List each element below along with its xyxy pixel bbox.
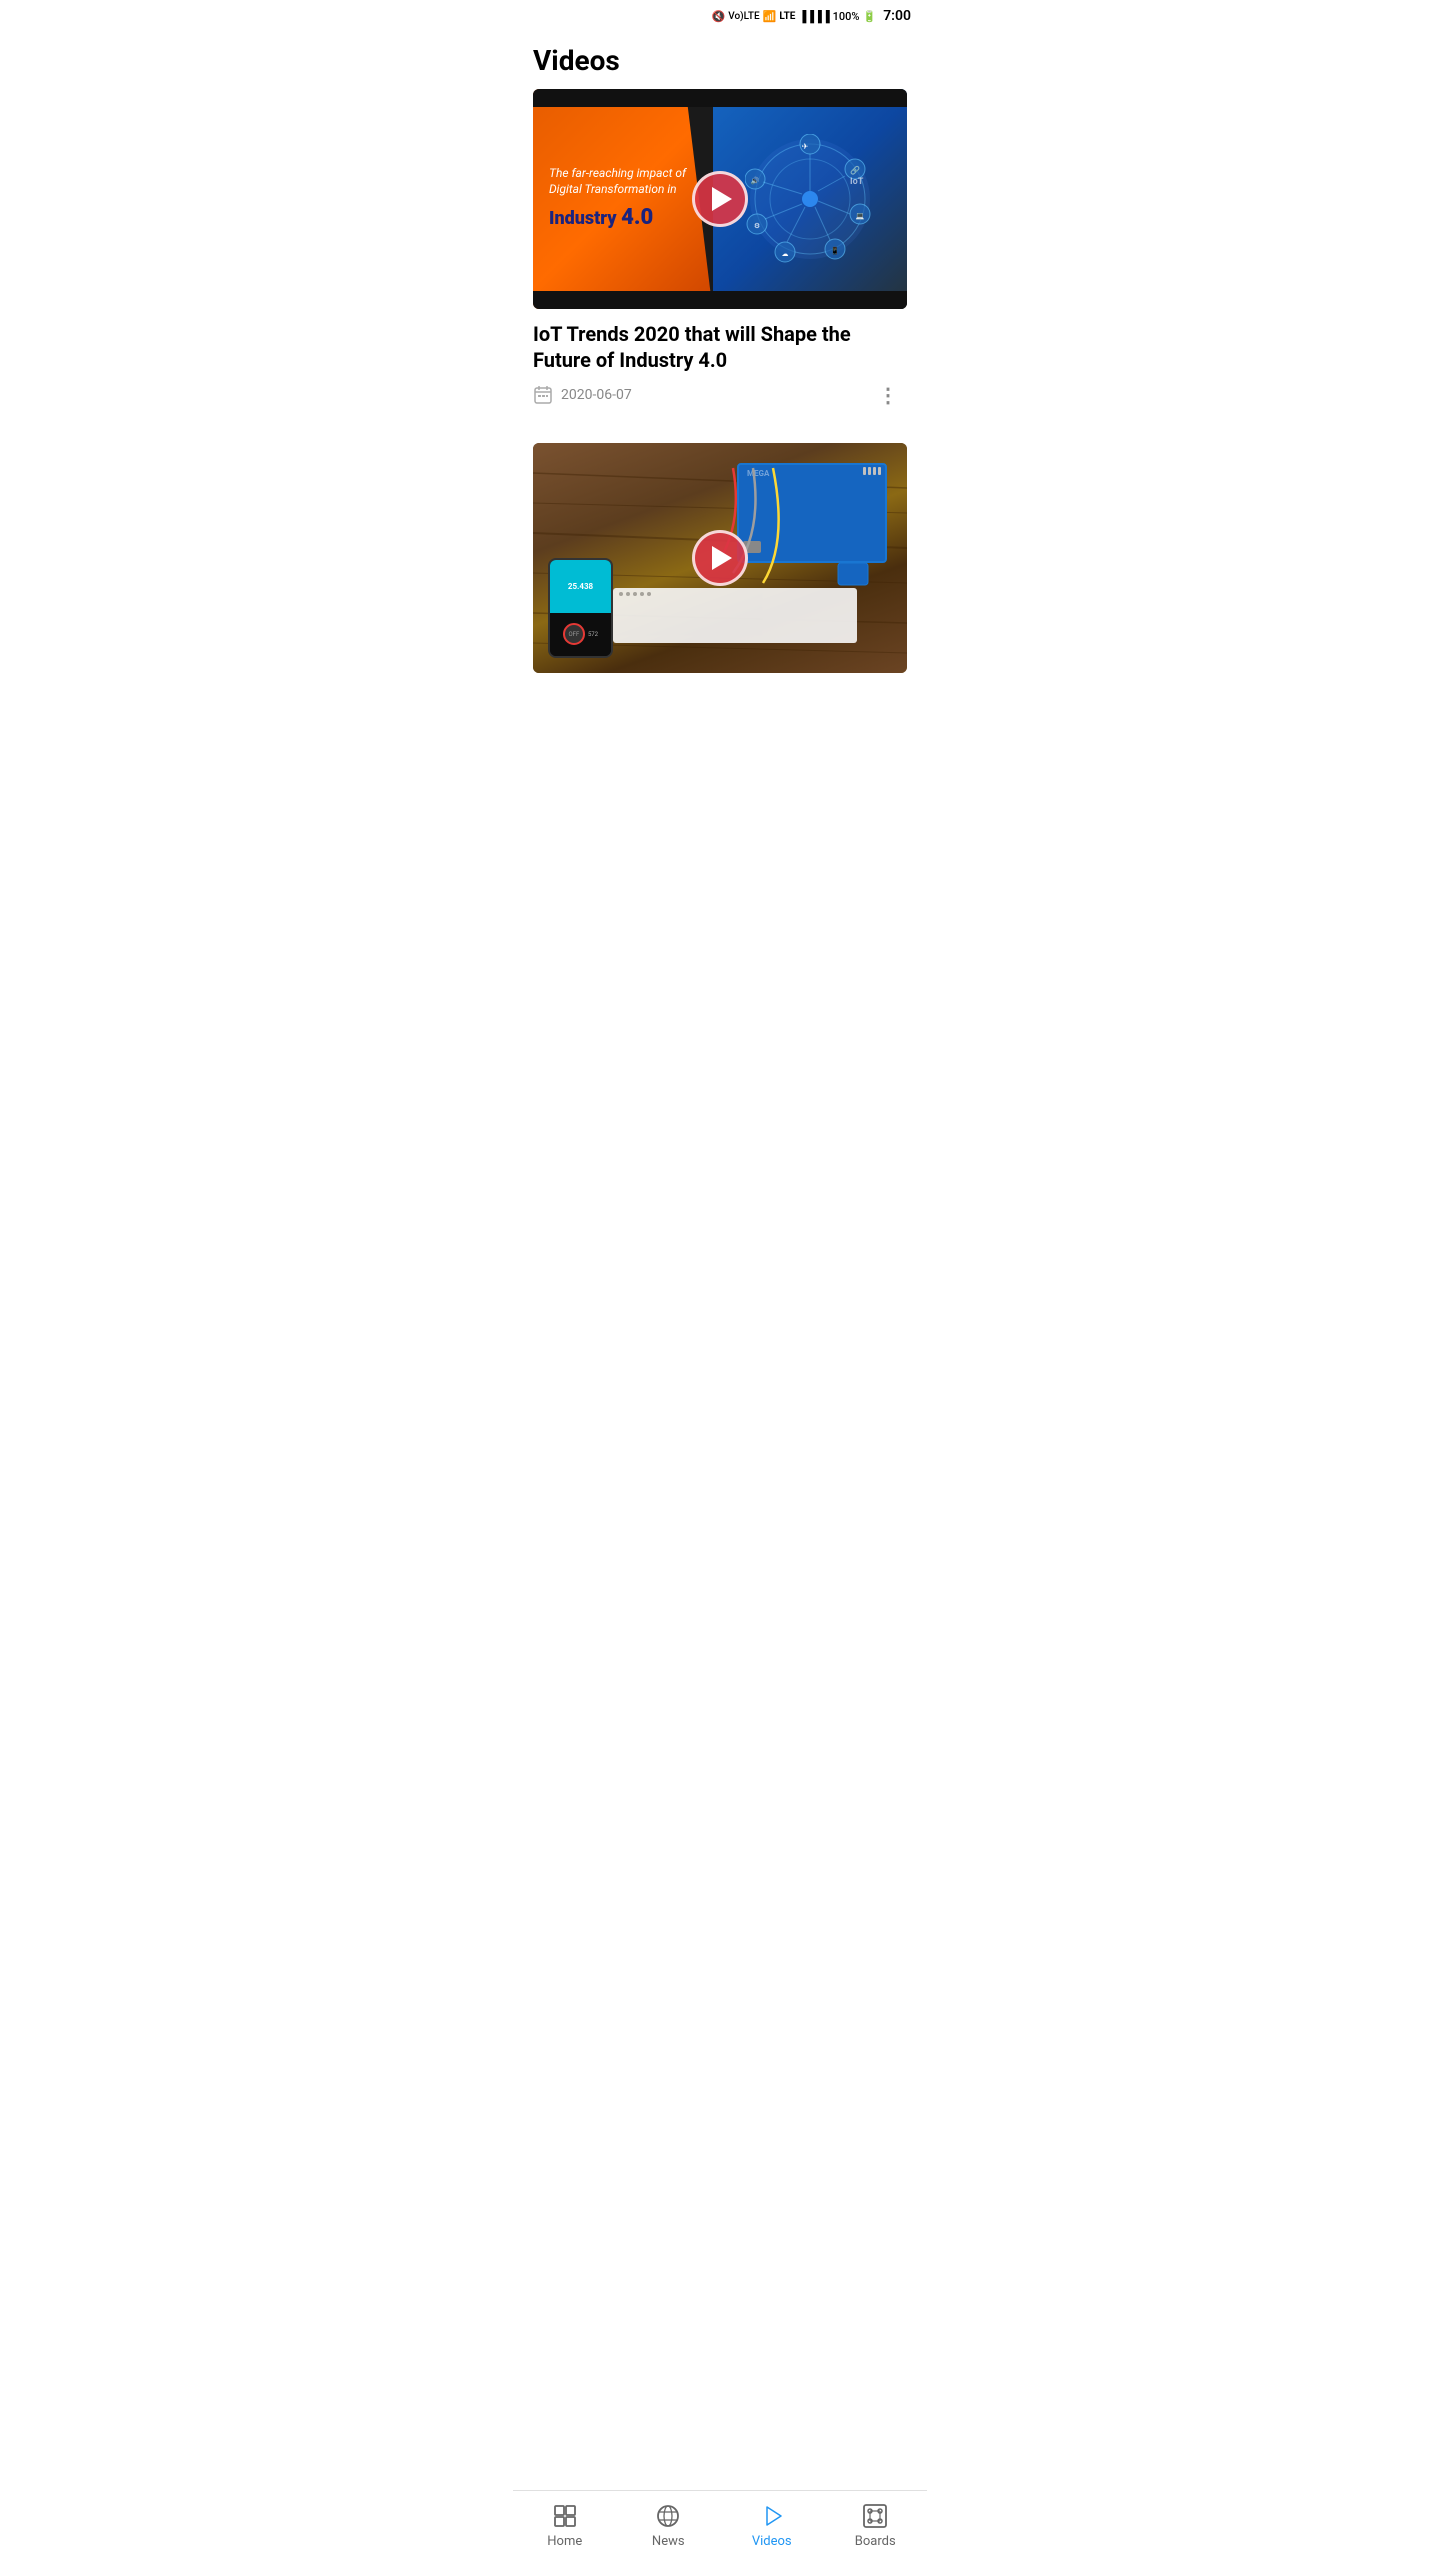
battery-icon: 🔋 xyxy=(862,10,876,23)
calendar-icon-1 xyxy=(533,385,553,405)
video-thumbnail-1[interactable]: The far-reaching impact of Digital Trans… xyxy=(533,89,907,309)
thumbnail-highlight: 4.0 xyxy=(621,205,653,230)
arduino-board: MEGA xyxy=(737,463,887,563)
video-thumbnail-2[interactable]: MEGA xyxy=(533,443,907,673)
svg-text:✈: ✈ xyxy=(801,142,808,151)
wifi-icon: 📶 xyxy=(763,10,777,23)
video-list: The far-reaching impact of Digital Trans… xyxy=(513,89,927,673)
video-info-1: IoT Trends 2020 that will Shape the Futu… xyxy=(533,309,907,415)
play-button-1[interactable] xyxy=(692,171,748,227)
nav-label-home: Home xyxy=(547,2534,582,2549)
thumbnail-left-panel: The far-reaching impact of Digital Trans… xyxy=(533,89,713,309)
status-bar: 🔇 Vo)LTE 📶 LTE ▐▐▐▐ 100% 🔋 7:00 xyxy=(513,0,927,28)
video-meta-1: 2020-06-07 ⋮ xyxy=(533,383,907,407)
lte-icon: LTE xyxy=(779,11,795,22)
bottom-nav: Home News Videos xyxy=(513,2490,927,2560)
svg-text:IoT: IoT xyxy=(850,177,864,187)
thumbnail-subtitle: The far-reaching impact of Digital Trans… xyxy=(549,166,697,197)
nav-item-home[interactable]: Home xyxy=(513,2491,617,2560)
volte-icon: Vo)LTE xyxy=(728,11,759,22)
svg-text:🔗: 🔗 xyxy=(850,165,860,175)
phone-device: 25.438 OFF 572 xyxy=(548,558,613,658)
svg-text:⚙: ⚙ xyxy=(754,222,760,230)
nav-item-news[interactable]: News xyxy=(617,2491,721,2560)
iot-sphere-svg: ✈ 🔗 💻 📱 ☁ ⚙ 🔊 IoT xyxy=(745,134,875,264)
boards-icon xyxy=(861,2502,889,2530)
page-title: Videos xyxy=(513,28,927,89)
clock: 7:00 xyxy=(883,8,911,24)
home-icon xyxy=(551,2502,579,2530)
svg-text:🔊: 🔊 xyxy=(750,176,759,185)
status-icons: 🔇 Vo)LTE 📶 LTE ▐▐▐▐ 100% 🔋 7:00 xyxy=(712,8,911,24)
videos-icon xyxy=(758,2502,786,2530)
nav-label-news: News xyxy=(652,2534,685,2549)
mute-icon: 🔇 xyxy=(712,10,726,23)
thumbnail-main-title: Industry 4.0 xyxy=(549,205,697,231)
nav-label-videos: Videos xyxy=(752,2534,792,2549)
video-date-1: 2020-06-07 xyxy=(533,385,632,405)
video-card-1: The far-reaching impact of Digital Trans… xyxy=(533,89,907,415)
breadboard xyxy=(613,588,857,643)
svg-text:💻: 💻 xyxy=(855,212,864,220)
letterbox-bottom xyxy=(533,291,907,309)
nav-item-boards[interactable]: Boards xyxy=(824,2491,928,2560)
play-button-2[interactable] xyxy=(692,530,748,586)
news-icon xyxy=(654,2502,682,2530)
svg-text:☁: ☁ xyxy=(781,250,788,258)
video-date-text-1: 2020-06-07 xyxy=(561,387,632,403)
more-options-1[interactable]: ⋮ xyxy=(870,383,907,407)
signal-bars: ▐▐▐▐ xyxy=(798,10,829,23)
battery-percent: 100% xyxy=(833,10,860,23)
svg-text:📱: 📱 xyxy=(830,246,839,255)
nav-label-boards: Boards xyxy=(855,2534,896,2549)
video-card-2: MEGA xyxy=(533,443,907,673)
nav-item-videos[interactable]: Videos xyxy=(720,2491,824,2560)
letterbox-top xyxy=(533,89,907,107)
video-title-1: IoT Trends 2020 that will Shape the Futu… xyxy=(533,321,907,373)
video-list-container: The far-reaching impact of Digital Trans… xyxy=(513,89,927,781)
